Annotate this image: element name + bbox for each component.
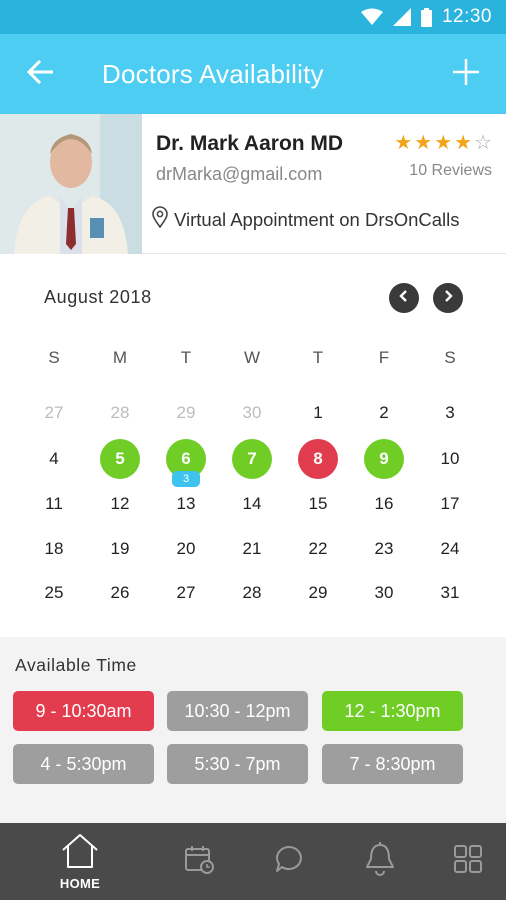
arrow-left-icon — [26, 59, 54, 89]
weekday-label: F — [378, 348, 390, 367]
nav-messages[interactable] — [269, 823, 309, 900]
weekday-label: W — [243, 348, 261, 367]
time-slot-button[interactable]: 5:30 - 7pm — [167, 744, 308, 784]
calendar-day[interactable]: 25 — [34, 573, 74, 613]
doctor-email: drMarka@gmail.com — [156, 164, 323, 184]
nav-more[interactable] — [448, 823, 488, 900]
time-slot-button[interactable]: 9 - 10:30am — [13, 691, 154, 731]
nav-home-label: HOME — [59, 875, 101, 891]
time-slot-button[interactable]: 12 - 1:30pm — [322, 691, 463, 731]
calendar-day[interactable]: 17 — [430, 484, 470, 524]
calendar-day[interactable]: 12 — [100, 484, 140, 524]
star-icon: ★ — [414, 130, 433, 154]
calendar-clock-icon — [183, 843, 215, 880]
calendar-day[interactable]: 11 — [34, 484, 74, 524]
calendar-day[interactable]: 23 — [364, 529, 404, 569]
available-time-section: Available Time 9 - 10:30am 10:30 - 12pm 12… — [0, 637, 506, 823]
add-button[interactable] — [426, 34, 506, 114]
calendar-day[interactable]: 10 — [430, 439, 470, 479]
calendar-day-outside-month: 28 — [110, 403, 130, 422]
bell-icon — [363, 841, 397, 882]
chevron-left-icon — [398, 289, 410, 308]
signal-icon — [392, 8, 411, 26]
calendar-day[interactable]: 30 — [364, 573, 404, 613]
calendar-day[interactable]: 2 — [364, 393, 404, 433]
status-time: 12:30 — [441, 6, 492, 27]
calendar-day[interactable]: 29 — [298, 573, 338, 613]
calendar-month: August 2018 — [44, 287, 152, 307]
available-time-title: Available Time — [15, 655, 137, 675]
next-month-button[interactable] — [433, 283, 463, 313]
weekday-label: M — [112, 348, 128, 367]
previous-month-button[interactable] — [389, 283, 419, 313]
calendar-day[interactable]: 31 — [430, 573, 470, 613]
calendar-day[interactable]: 19 — [100, 529, 140, 569]
calendar-day[interactable]: 14 — [232, 484, 272, 524]
back-button[interactable] — [0, 34, 80, 114]
app-bar: Doctors Availability — [0, 34, 506, 114]
calendar-day[interactable]: 7 — [232, 439, 272, 479]
weekday-label: S — [48, 348, 60, 367]
calendar-day[interactable]: 20 — [166, 529, 206, 569]
doctor-name: Dr. Mark Aaron MD — [156, 132, 344, 155]
calendar-day[interactable]: 16 — [364, 484, 404, 524]
calendar-day[interactable]: 5 — [100, 439, 140, 479]
calendar-day[interactable]: 21 — [232, 529, 272, 569]
calendar-day[interactable]: 27 — [166, 573, 206, 613]
calendar-day[interactable]: 22 — [298, 529, 338, 569]
calendar-day[interactable]: 9 — [364, 439, 404, 479]
star-icon: ★ — [434, 130, 453, 154]
time-slot-button[interactable]: 7 - 8:30pm — [322, 744, 463, 784]
calendar-day[interactable]: 28 — [232, 573, 272, 613]
calendar-day[interactable]: 3 — [430, 393, 470, 433]
time-slot-button[interactable]: 4 - 5:30pm — [13, 744, 154, 784]
calendar-day[interactable]: 8 — [298, 439, 338, 479]
calendar-day[interactable]: 1 — [298, 393, 338, 433]
wifi-icon — [360, 8, 383, 26]
calendar-day-outside-month: 27 — [44, 403, 64, 422]
calendar-day[interactable]: 15 — [298, 484, 338, 524]
calendar-day[interactable]: 26 — [100, 573, 140, 613]
grid-icon — [453, 844, 483, 879]
calendar-day[interactable]: 13 — [166, 484, 206, 524]
rating-stars: ★ ★ ★ ★ ☆ — [394, 132, 492, 152]
review-count[interactable]: 10 Reviews — [409, 162, 492, 180]
calendar-day-outside-month: 30 — [242, 403, 262, 422]
location-text: Virtual Appointment on DrsOnCalls — [174, 208, 460, 230]
status-bar: 12:30 — [0, 0, 506, 34]
weekday-label: S — [444, 348, 456, 367]
doctor-avatar — [0, 114, 142, 254]
appointment-count-badge: 3 — [172, 471, 200, 487]
calendar-day[interactable]: 24 — [430, 529, 470, 569]
time-slot-button[interactable]: 10:30 - 12pm — [167, 691, 308, 731]
calendar-day[interactable]: 4 — [34, 439, 74, 479]
bottom-navigation: HOME — [0, 823, 506, 900]
star-outline-icon: ☆ — [474, 130, 492, 154]
nav-appointments[interactable] — [179, 823, 219, 900]
nav-home[interactable]: HOME — [50, 823, 110, 900]
weekday-label: T — [312, 348, 324, 367]
star-icon: ★ — [394, 130, 413, 154]
battery-icon — [420, 7, 432, 27]
location-row: Virtual Appointment on DrsOnCalls — [152, 206, 460, 233]
nav-notifications[interactable] — [360, 823, 400, 900]
page-title: Doctors Availability — [102, 58, 324, 89]
map-pin-icon — [152, 206, 168, 233]
calendar-day[interactable]: 18 — [34, 529, 74, 569]
chat-icon — [273, 843, 305, 880]
calendar-day-outside-month: 29 — [176, 403, 196, 422]
home-icon — [60, 833, 100, 874]
plus-icon — [453, 58, 479, 90]
chevron-right-icon — [442, 289, 454, 308]
calendar: August 2018 SMTWTFS 27 28 29 30 1 2 3 4 5 6 7 8 9 10 1… — [0, 255, 506, 637]
weekday-label: T — [180, 348, 192, 367]
star-icon: ★ — [454, 130, 473, 154]
doctor-card[interactable]: Dr. Mark Aaron MD drMarka@gmail.com ★ ★ … — [0, 114, 506, 254]
